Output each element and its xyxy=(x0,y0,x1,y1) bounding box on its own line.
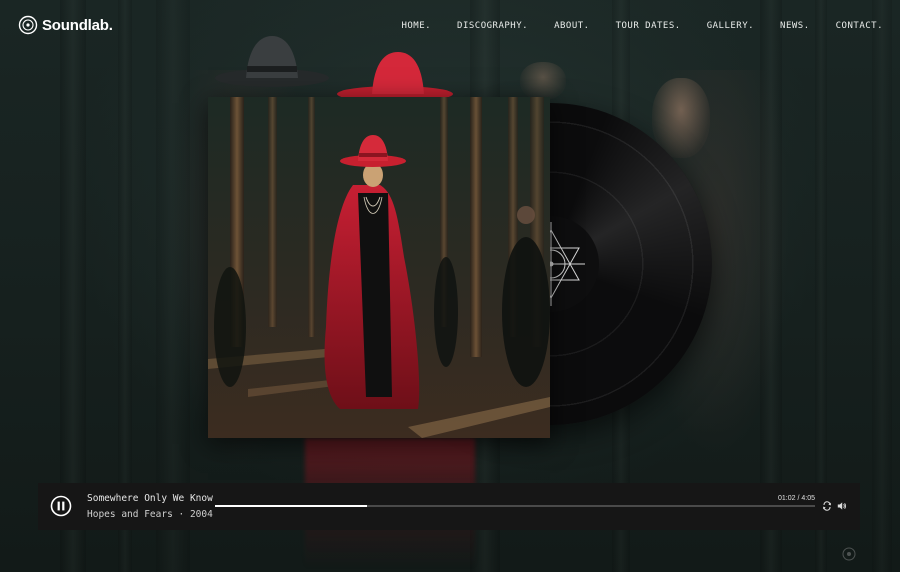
album-cover[interactable] xyxy=(208,97,550,438)
red-hat xyxy=(337,52,453,102)
dark-hat xyxy=(215,36,329,87)
pause-icon[interactable] xyxy=(50,495,72,517)
repeat-icon[interactable] xyxy=(822,501,832,511)
nav-about[interactable]: ABOUT. xyxy=(554,21,590,31)
album-line: Hopes and Fears · 2004 xyxy=(87,509,213,520)
volume-icon[interactable] xyxy=(837,501,847,511)
audio-player: Somewhere Only We Know Hopes and Fears ·… xyxy=(38,483,860,530)
progress-bar[interactable] xyxy=(215,505,815,507)
logo-text: Soundlab. xyxy=(42,16,113,34)
track-title: Somewhere Only We Know xyxy=(87,493,213,504)
progress-fill xyxy=(215,505,367,507)
nav-tour-dates[interactable]: TOUR DATES. xyxy=(616,21,681,31)
nav-discography[interactable]: DISCOGRAPHY. xyxy=(457,21,528,31)
site-logo[interactable]: Soundlab. xyxy=(18,15,113,35)
scroll-top-icon[interactable] xyxy=(842,547,856,561)
nav-news[interactable]: NEWS. xyxy=(780,21,810,31)
nav-contact[interactable]: CONTACT. xyxy=(836,21,883,31)
time-readout: 01:02 / 4:05 xyxy=(778,495,815,502)
main-nav: HOME. DISCOGRAPHY. ABOUT. TOUR DATES. GA… xyxy=(401,21,883,31)
nav-gallery[interactable]: GALLERY. xyxy=(707,21,754,31)
vinyl-icon xyxy=(18,15,38,35)
nav-home[interactable]: HOME. xyxy=(401,21,431,31)
